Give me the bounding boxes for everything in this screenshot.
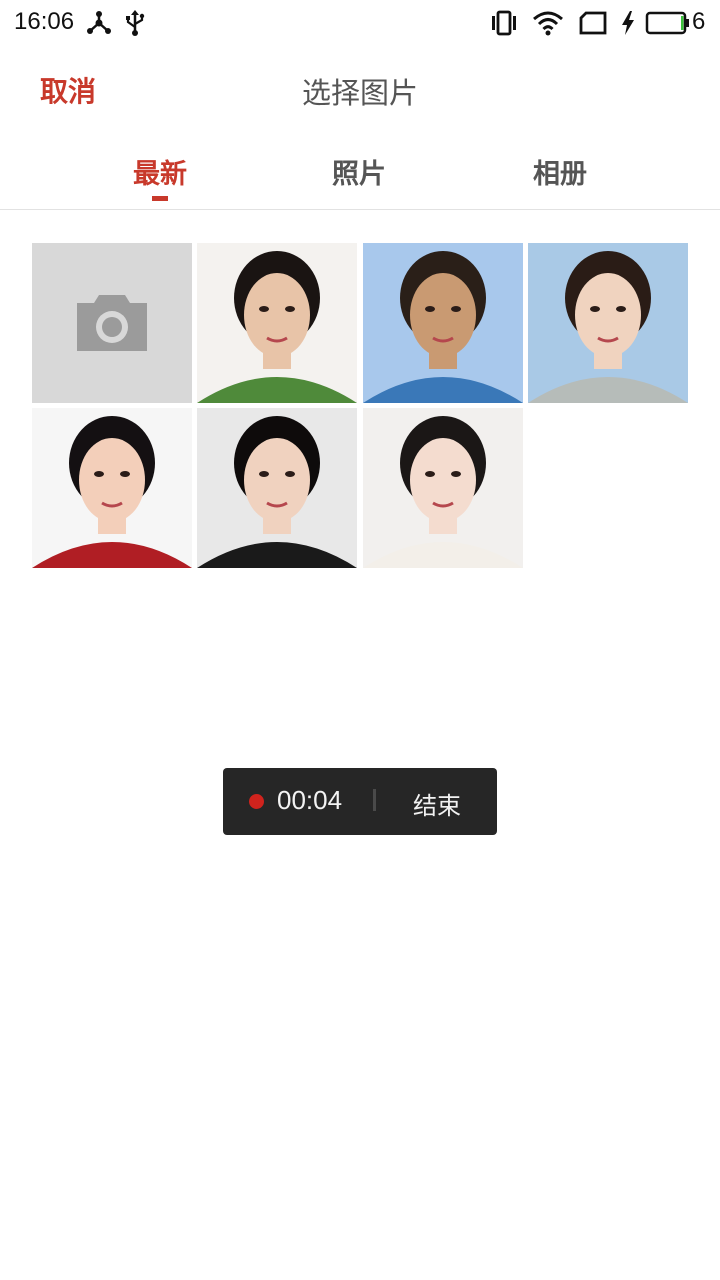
portrait-image (197, 243, 357, 403)
camera-icon (77, 295, 147, 351)
photo-thumbnail[interactable] (363, 243, 523, 403)
portrait-image (363, 243, 523, 403)
recording-time: 00:04 (277, 785, 343, 815)
status-time: 16:06 (14, 8, 75, 35)
vibrate-icon (490, 10, 518, 40)
active-tab-indicator (152, 196, 168, 201)
photo-thumbnail[interactable] (363, 408, 523, 568)
photo-thumbnail[interactable] (528, 243, 688, 403)
portrait-image (528, 243, 688, 403)
network-icon (86, 10, 112, 40)
header: 取消 选择图片 (0, 46, 720, 132)
tab-latest[interactable]: 最新 (90, 152, 230, 191)
usb-icon (124, 10, 146, 40)
sim-icon (578, 10, 608, 40)
page-title: 选择图片 (301, 76, 418, 110)
recording-dot-icon (249, 794, 264, 809)
wifi-icon (532, 10, 564, 40)
tab-bar: 最新 照片 相册 (0, 132, 720, 210)
portrait-image (363, 408, 523, 568)
charging-icon (620, 10, 636, 40)
divider (373, 789, 376, 811)
photo-thumbnail[interactable] (197, 243, 357, 403)
camera-tile[interactable] (32, 243, 192, 403)
tab-photos[interactable]: 照片 (289, 152, 429, 191)
battery-icon (645, 10, 691, 40)
end-recording-button[interactable]: 结束 (413, 786, 461, 821)
photo-thumbnail[interactable] (197, 408, 357, 568)
battery-level: 6 (692, 8, 706, 35)
portrait-image (32, 408, 192, 568)
photo-thumbnail[interactable] (32, 408, 192, 568)
screen-recording-bar: 00:04 结束 (223, 768, 497, 835)
tab-albums[interactable]: 相册 (490, 152, 630, 191)
portrait-image (197, 408, 357, 568)
status-bar: 16:06 6 (0, 0, 720, 46)
